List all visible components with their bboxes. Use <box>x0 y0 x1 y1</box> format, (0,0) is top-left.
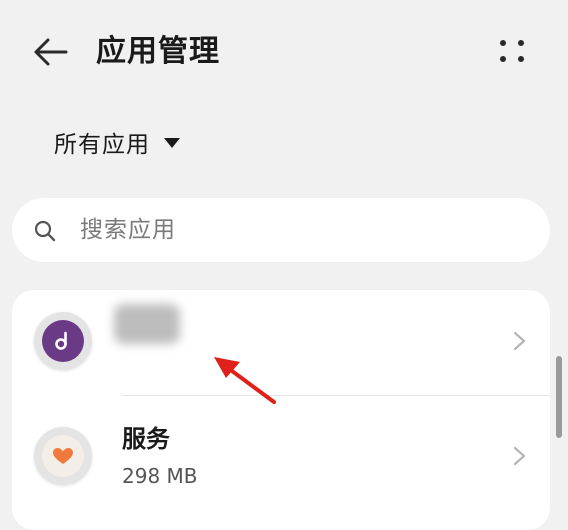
search-input[interactable]: 搜索应用 <box>12 198 550 262</box>
scrollbar[interactable] <box>556 356 562 438</box>
filter-label: 所有应用 <box>54 132 150 158</box>
red-arrow-icon <box>214 357 276 404</box>
more-dots-icon <box>500 40 506 46</box>
app-name: 服务 <box>122 425 170 453</box>
header: 应用管理 <box>0 0 568 105</box>
heart-icon <box>53 448 73 464</box>
music-note-icon <box>55 331 67 350</box>
search-icon <box>34 220 56 242</box>
more-dot <box>518 40 524 46</box>
more-dot <box>500 56 506 62</box>
app-icon <box>34 312 92 370</box>
app-size: 298 MB <box>122 464 198 488</box>
more-dot <box>518 56 524 62</box>
chevron-right-icon <box>513 446 526 466</box>
search-placeholder: 搜索应用 <box>80 217 176 243</box>
arrow-left-icon <box>34 38 68 66</box>
app-filter-dropdown[interactable]: 所有应用 <box>54 122 180 162</box>
page-title: 应用管理 <box>96 34 220 69</box>
app-icon <box>34 427 92 485</box>
app-name-blurred <box>114 304 180 344</box>
more-options-button[interactable] <box>492 34 532 74</box>
chevron-right-icon <box>513 331 526 351</box>
services-app-badge <box>42 435 84 477</box>
music-app-badge <box>42 320 84 362</box>
caret-down-icon <box>164 138 180 148</box>
back-button[interactable] <box>28 34 72 70</box>
